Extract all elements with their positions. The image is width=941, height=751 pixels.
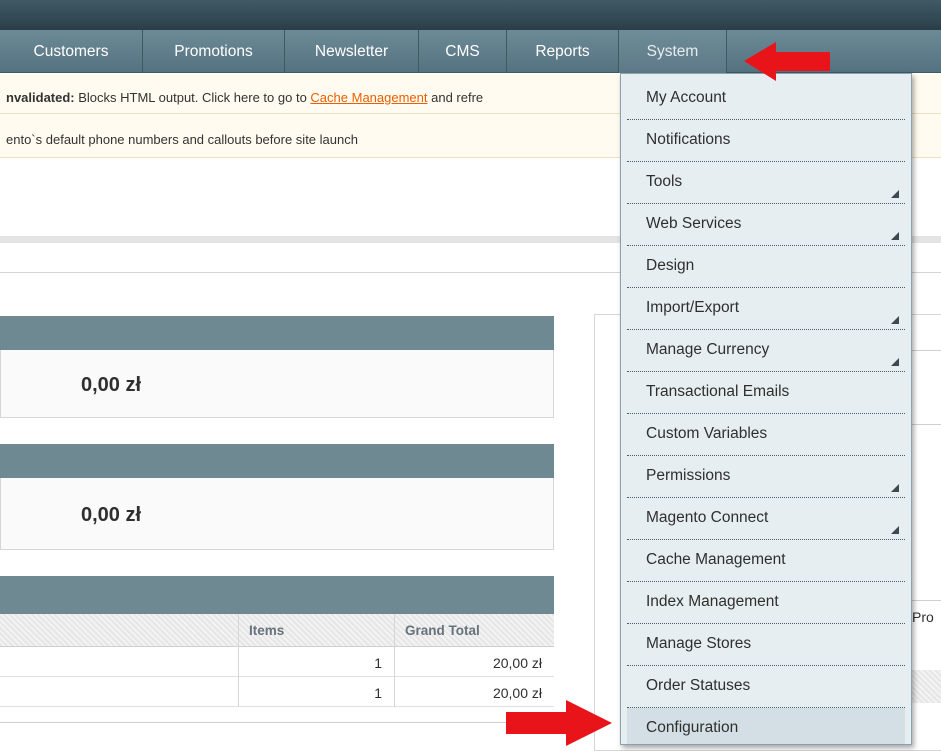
menu-item-permissions[interactable]: Permissions [627,456,905,498]
submenu-indicator-icon [891,358,899,366]
menu-label: Tools [646,173,683,190]
menu-label: Manage Stores [646,635,752,652]
menu-item-import-export[interactable]: Import/Export [627,288,905,330]
lifetime-sales-header [0,316,554,350]
menu-label: Notifications [646,131,731,148]
orders-grid-header [0,576,554,614]
menu-item-design[interactable]: Design [627,246,905,288]
nav-promotions[interactable]: Promotions [143,30,285,73]
table-row[interactable]: 1 20,00 zł [0,647,554,677]
orders-grid-columns: Items Grand Total [0,614,554,647]
nav-customers[interactable]: Customers [0,30,143,73]
menu-item-cache-management[interactable]: Cache Management [627,540,905,582]
menu-label: Design [646,257,695,274]
menu-item-manage-currency[interactable]: Manage Currency [627,330,905,372]
row-grand-total: 20,00 zł [394,647,554,677]
nav-newsletter[interactable]: Newsletter [285,30,419,73]
menu-item-notifications[interactable]: Notifications [627,120,905,162]
message-suffix: and refre [427,90,484,105]
top-header-bar [0,0,941,30]
row-items: 1 [238,677,394,707]
menu-label: Index Management [646,593,779,610]
menu-item-web-services[interactable]: Web Services [627,204,905,246]
phone-message-text: ento`s default phone numbers and callout… [6,132,358,147]
menu-label: Transactional Emails [646,383,790,400]
submenu-indicator-icon [891,190,899,198]
submenu-indicator-icon [891,316,899,324]
right-tab-products[interactable]: Pro [912,609,934,625]
menu-item-tools[interactable]: Tools [627,162,905,204]
right-panel-grid-header [910,670,941,703]
menu-label: Custom Variables [646,425,768,442]
nav-cms[interactable]: CMS [419,30,507,73]
cache-management-link[interactable]: Cache Management [310,90,427,105]
grid-bottom-rule [0,722,554,723]
menu-item-order-statuses[interactable]: Order Statuses [627,666,905,708]
nav-reports[interactable]: Reports [507,30,619,73]
red-arrow-icon [506,700,612,746]
menu-label: Permissions [646,467,731,484]
menu-label: Web Services [646,215,742,232]
lifetime-sales-amount: 0,00 zł [81,374,142,396]
menu-item-custom-variables[interactable]: Custom Variables [627,414,905,456]
menu-label: Order Statuses [646,677,751,694]
average-orders-amount: 0,00 zł [81,504,142,526]
table-row[interactable]: 1 20,00 zł [0,677,554,707]
menu-label: My Account [646,89,727,106]
average-orders-header [0,444,554,478]
average-orders-box: 0,00 zł [0,478,554,550]
menu-label: Manage Currency [646,341,770,358]
menu-item-magento-connect[interactable]: Magento Connect [627,498,905,540]
submenu-indicator-icon [891,526,899,534]
column-items[interactable]: Items [238,614,394,647]
column-grand-total[interactable]: Grand Total [394,614,554,647]
row-items: 1 [238,647,394,677]
lifetime-sales-box: 0,00 zł [0,350,554,418]
message-strong: nvalidated: [6,90,75,105]
right-panel-line [910,350,941,351]
submenu-indicator-icon [891,232,899,240]
system-menu-dropdown: My Account Notifications Tools Web Servi… [620,73,912,745]
menu-label: Configuration [646,719,739,736]
menu-label: Import/Export [646,299,740,316]
right-panel-line [910,424,941,425]
menu-label: Cache Management [646,551,786,568]
nav-system[interactable]: System [619,30,727,73]
submenu-indicator-icon [891,484,899,492]
menu-item-my-account[interactable]: My Account [627,78,905,120]
menu-item-index-management[interactable]: Index Management [627,582,905,624]
red-arrow-icon [744,42,830,81]
message-text: Blocks HTML output. Click here to go to [74,90,311,105]
menu-label: Magento Connect [646,509,769,526]
right-panel-line [910,600,941,601]
menu-item-transactional-emails[interactable]: Transactional Emails [627,372,905,414]
menu-item-configuration[interactable]: Configuration [627,708,905,744]
menu-item-manage-stores[interactable]: Manage Stores [627,624,905,666]
